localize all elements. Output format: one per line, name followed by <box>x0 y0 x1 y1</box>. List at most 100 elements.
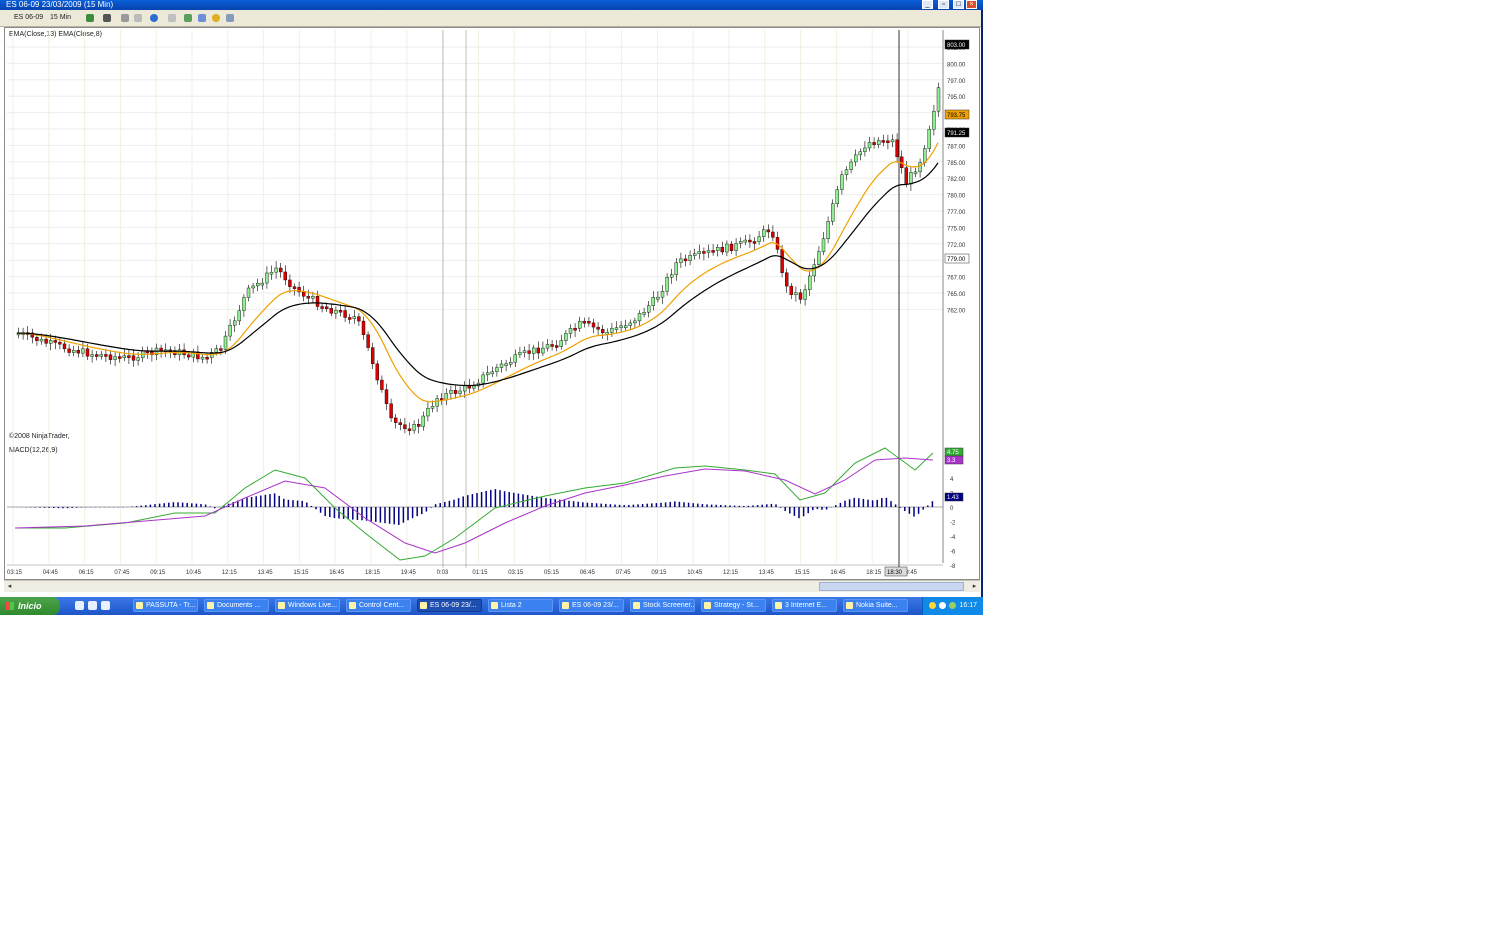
chart-canvas[interactable]: EMA(Close,13) EMA(Close,8) ©2008 NinjaTr… <box>5 28 979 579</box>
start-button[interactable]: Inicio <box>0 597 60 615</box>
candle-body <box>624 325 628 328</box>
scroll-left-icon[interactable]: ◂ <box>5 582 14 591</box>
candle-body <box>223 335 228 350</box>
candle-body <box>798 292 803 300</box>
candle-body <box>417 424 421 427</box>
zoom-in-icon[interactable] <box>121 14 129 22</box>
zoom-out-icon[interactable] <box>134 14 142 22</box>
close-icon[interactable]: × <box>966 0 977 9</box>
macd-indicator-label: MACD(12,26,9) <box>9 447 58 454</box>
grid-lines <box>7 30 943 568</box>
quicklaunch-ie-icon[interactable] <box>88 601 97 610</box>
candle-body <box>826 221 830 239</box>
time-tick-label: 18:15 <box>866 570 882 576</box>
macd-tick-label: -4 <box>950 535 956 541</box>
candle-body <box>237 310 242 322</box>
window-title: ES 06-09 23/03/2009 (15 Min) <box>6 0 114 9</box>
tray-security-icon[interactable] <box>949 602 956 609</box>
instrument-select[interactable]: ES 06-09 <box>14 13 43 23</box>
bar-type-icon[interactable] <box>86 14 94 22</box>
taskbar-button-label: Documents ... <box>217 602 261 609</box>
properties-icon[interactable] <box>168 14 176 22</box>
app-icon <box>420 602 427 609</box>
taskbar-button[interactable]: ES 06-09 23/... <box>417 599 482 612</box>
candle-body <box>789 285 793 295</box>
taskbar-button[interactable]: Windows Live... <box>275 599 340 612</box>
candle-body <box>578 320 582 329</box>
candle-body <box>729 243 734 251</box>
taskbar-button[interactable]: Lista 2 <box>488 599 553 612</box>
quicklaunch-media-icon[interactable] <box>101 601 110 610</box>
candle-body <box>104 354 108 357</box>
candle-body <box>923 148 927 163</box>
candle-body <box>481 374 485 384</box>
scroll-thumb[interactable] <box>819 582 964 591</box>
app-icon <box>704 602 711 609</box>
globe-icon[interactable] <box>150 14 158 22</box>
candle-body <box>863 147 867 152</box>
time-tick-label: 16:45 <box>329 570 345 576</box>
candle-body <box>108 354 113 360</box>
candle-body <box>39 338 44 342</box>
tray-volume-icon[interactable] <box>939 602 946 609</box>
taskbar-button[interactable]: Nokia Suite... <box>843 599 908 612</box>
time-tick-label: 19:45 <box>401 570 417 576</box>
taskbar-button[interactable]: 3 Internet E... <box>772 599 837 612</box>
time-tick-label: 03:15 <box>508 570 524 576</box>
chart-toolbar: ES 06-09 15 Min <box>0 10 981 27</box>
candle-body <box>720 247 724 253</box>
time-tick-label: 03:15 <box>7 570 23 576</box>
app-icon <box>136 602 143 609</box>
taskbar-button[interactable]: ES 06-09 23/... <box>559 599 624 612</box>
strategy-icon[interactable] <box>198 14 206 22</box>
candle-body <box>62 343 67 350</box>
candle-body <box>186 354 191 358</box>
candle-body <box>913 171 918 175</box>
maximize-icon[interactable]: □ <box>953 0 964 9</box>
quicklaunch-desktop-icon[interactable] <box>75 601 84 610</box>
candle-body <box>430 406 435 409</box>
windows-logo-icon <box>6 602 14 610</box>
app-icon <box>207 602 214 609</box>
candle-body <box>564 333 568 341</box>
candle-body <box>472 385 476 389</box>
draw-pencil-icon[interactable] <box>103 14 111 22</box>
taskbar-button[interactable]: Documents ... <box>204 599 269 612</box>
interval-select[interactable]: 15 Min <box>50 13 71 23</box>
time-tick-label: 15:15 <box>795 570 811 576</box>
candle-body <box>463 385 467 392</box>
candle-body <box>932 110 936 130</box>
taskbar-button[interactable]: Stock Screener... <box>630 599 695 612</box>
candle-body <box>269 271 274 275</box>
time-tick-label: 12:15 <box>723 570 739 576</box>
candle-body <box>844 169 849 175</box>
candle-body <box>665 277 669 292</box>
tray-clock: 16:17 <box>959 602 977 609</box>
tray-network-icon[interactable] <box>929 602 936 609</box>
taskbar-button[interactable]: Control Cent... <box>346 599 411 612</box>
taskbar-button[interactable]: Strategy - St... <box>701 599 766 612</box>
price-tick-label: 767.00 <box>947 276 966 282</box>
candle-body <box>785 272 789 287</box>
ema-indicator-label: EMA(Close,13) EMA(Close,8) <box>9 31 102 38</box>
grid-icon[interactable] <box>226 14 234 22</box>
time-tick-label: 15:15 <box>293 570 309 576</box>
candle-body <box>260 282 265 286</box>
candle-body <box>375 363 379 381</box>
price-marker: 779.00 <box>947 257 966 263</box>
candle-body <box>320 306 324 309</box>
price-tick-label: 797.00 <box>947 79 966 85</box>
candle-body <box>725 243 729 253</box>
data-box-icon[interactable] <box>184 14 192 22</box>
app-icon <box>349 602 356 609</box>
chart-area[interactable]: EMA(Close,13) EMA(Close,8) ©2008 NinjaTr… <box>4 27 980 580</box>
minimize-icon[interactable]: _ <box>922 0 933 9</box>
scroll-right-icon[interactable]: ▸ <box>970 582 979 591</box>
candle-body <box>748 239 752 243</box>
restore-icon[interactable]: ▫ <box>938 0 949 9</box>
taskbar-button-label: 3 Internet E... <box>785 602 828 609</box>
taskbar-button-label: Control Cent... <box>359 602 405 609</box>
alert-icon[interactable] <box>212 14 220 22</box>
horizontal-scrollbar[interactable]: ◂ ▸ <box>4 580 980 592</box>
taskbar-button[interactable]: PASSUTA - Tr... <box>133 599 198 612</box>
